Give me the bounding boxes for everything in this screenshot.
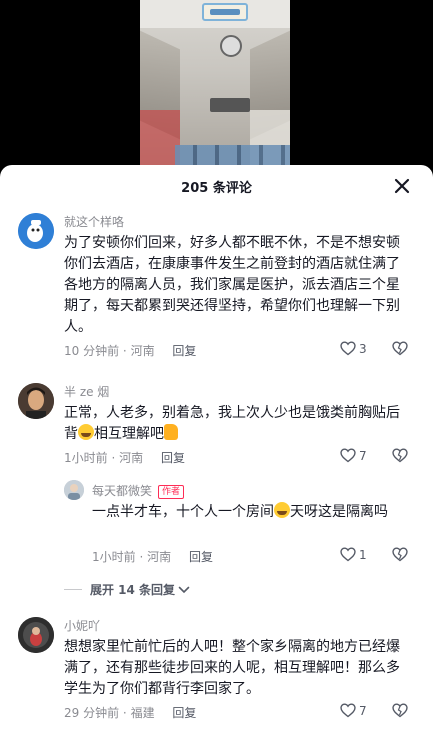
like-count: 7 <box>359 448 367 463</box>
like-button[interactable]: 3 <box>340 341 367 356</box>
dislike-button[interactable] <box>392 703 408 722</box>
user-photo-icon <box>64 480 84 500</box>
comment-time: 1小时前 <box>64 451 108 465</box>
bus-tv <box>210 98 250 112</box>
like-count: 3 <box>359 341 367 356</box>
broken-heart-icon <box>392 547 408 562</box>
dislike-button[interactable] <box>392 547 408 566</box>
expand-replies-label: 展开 14 条回复 <box>90 583 176 597</box>
like-button[interactable]: 1 <box>340 547 367 562</box>
expand-divider <box>64 589 82 590</box>
reply-button[interactable]: 回复 <box>161 451 185 465</box>
comment-item: 小妮吖 想想家里忙前忙后的人吧！整个家乡隔离的地方已经爆满了，还有那些徒步回来的… <box>0 615 433 745</box>
meta-separator: · <box>122 344 127 358</box>
close-icon <box>394 178 410 194</box>
meta-separator: · <box>111 451 116 465</box>
user-photo-icon <box>18 383 54 419</box>
reply-item: 每天都微笑 作者 一点半才车，十个人一个房间 天呀这是隔离吗 1小时前 · 河南 回… <box>0 478 433 568</box>
reply-text-part: 一点半才车，十个人一个房间 <box>92 504 274 520</box>
broken-heart-icon <box>392 703 408 718</box>
comment-item: 就这个样咯 为了安顿你们回来，好多人都不眠不休，不是不想安顿你们去酒店，在康康事… <box>0 211 433 371</box>
thumbs-up-emoji-icon <box>164 424 178 440</box>
bus-window-left <box>140 110 180 170</box>
comment-text: 想想家里忙前忙后的人吧！整个家乡隔离的地方已经爆满了，还有那些徒步回来的人呢，相… <box>64 639 400 697</box>
comment-item: 半 ze 烟 正常，人老多，别着急，我上次人少也是饿类前胸贴后背 相互理解吧 1小… <box>0 381 433 471</box>
reply-button[interactable]: 回复 <box>172 706 196 720</box>
reply-username: 每天都微笑 作者 <box>92 482 185 499</box>
like-button[interactable]: 7 <box>340 448 367 463</box>
meta-separator: · <box>139 550 144 564</box>
broken-heart-icon <box>392 341 408 356</box>
reply-button[interactable]: 回复 <box>172 344 196 358</box>
avatar[interactable] <box>18 383 54 419</box>
reply-username-text[interactable]: 每天都微笑 <box>92 484 152 498</box>
heart-icon <box>340 448 356 463</box>
sheet-header: 205 条评论 <box>0 165 433 207</box>
comment-username[interactable]: 就这个样咯 <box>64 213 124 230</box>
reply-meta: 1小时前 · 河南 回复 <box>92 548 213 565</box>
comment-username[interactable]: 小妮吖 <box>64 617 100 634</box>
comment-time: 29 分钟前 <box>64 706 120 720</box>
laugh-cry-emoji-icon <box>274 502 290 518</box>
avatar[interactable] <box>64 480 84 500</box>
comment-count-title: 205 条评论 <box>181 180 252 196</box>
laugh-cry-emoji-icon <box>78 424 94 440</box>
comment-text-part: 相互理解吧 <box>94 426 164 442</box>
comment-sheet: 205 条评论 就这个样咯 为了安顿你们回来，好多人都不眠不休，不是不想安顿你们… <box>0 165 433 753</box>
expand-replies-button[interactable]: 展开 14 条回复 <box>64 581 190 598</box>
avatar[interactable] <box>18 617 54 653</box>
chevron-down-icon <box>178 586 190 593</box>
reply-button[interactable]: 回复 <box>189 550 213 564</box>
comment-username[interactable]: 半 ze 烟 <box>64 383 109 400</box>
ceiling-light <box>220 35 242 57</box>
heart-icon <box>340 547 356 562</box>
video-preview[interactable] <box>140 0 290 175</box>
dislike-button[interactable] <box>392 341 408 360</box>
reply-text-part: 天呀这是隔离吗 <box>290 504 388 520</box>
user-photo-icon <box>18 617 54 653</box>
comment-meta: 10 分钟前 · 河南 回复 <box>64 342 196 359</box>
comment-meta: 29 分钟前 · 福建 回复 <box>64 704 196 721</box>
reply-time: 1小时前 <box>92 550 136 564</box>
close-button[interactable] <box>393 177 411 195</box>
like-count: 7 <box>359 703 367 718</box>
meta-separator: · <box>122 706 127 720</box>
broken-heart-icon <box>392 448 408 463</box>
comment-location: 福建 <box>130 706 155 720</box>
reply-text: 一点半才车，十个人一个房间 天呀这是隔离吗 <box>92 502 407 523</box>
author-badge: 作者 <box>158 485 185 499</box>
comment-location: 河南 <box>130 344 155 358</box>
bus-sign <box>202 3 248 21</box>
like-button[interactable]: 7 <box>340 703 367 718</box>
avatar[interactable] <box>18 213 54 249</box>
comment-text: 正常，人老多，别着急，我上次人少也是饿类前胸贴后背 相互理解吧 <box>64 403 409 445</box>
reply-location: 河南 <box>147 550 172 564</box>
comment-location: 河南 <box>119 451 144 465</box>
comment-time: 10 分钟前 <box>64 344 120 358</box>
cartoon-avatar-icon <box>18 213 54 249</box>
comment-meta: 1小时前 · 河南 回复 <box>64 449 185 466</box>
like-count: 1 <box>359 547 367 562</box>
heart-icon <box>340 341 356 356</box>
comment-text: 为了安顿你们回来，好多人都不眠不休，不是不想安顿你们去酒店，在康康事件发生之前登… <box>64 235 400 335</box>
heart-icon <box>340 703 356 718</box>
dislike-button[interactable] <box>392 448 408 467</box>
